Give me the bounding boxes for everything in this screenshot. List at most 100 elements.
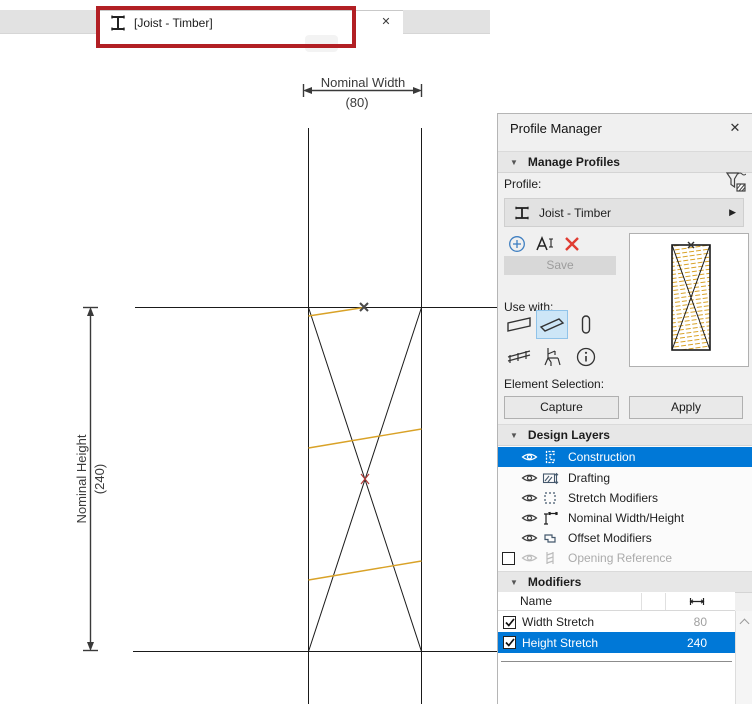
use-with-wall[interactable] xyxy=(503,310,535,339)
modifiers-scrollbar[interactable] xyxy=(735,611,752,704)
railing-icon xyxy=(506,347,532,367)
modifier-name: Height Stretch xyxy=(522,636,598,650)
modifier-line-middle[interactable] xyxy=(309,429,422,448)
profile-geometry[interactable] xyxy=(133,128,497,704)
layer-label: Construction xyxy=(568,450,635,464)
column-divider xyxy=(665,593,666,610)
stretch-modifier-lines[interactable] xyxy=(309,308,422,581)
eye-icon[interactable] xyxy=(521,532,538,544)
modifier-name: Width Stretch xyxy=(522,615,594,629)
section-manage-profiles[interactable]: ▼ Manage Profiles xyxy=(498,151,752,173)
center-marker[interactable] xyxy=(361,474,369,484)
width-dim-label: Nominal Width xyxy=(321,75,406,90)
plus-circle-icon xyxy=(508,235,526,253)
use-with-beam[interactable] xyxy=(536,310,568,339)
profile-label: Profile: xyxy=(504,177,541,191)
preview-drawing xyxy=(630,234,748,366)
height-dim-label: Nominal Height xyxy=(74,434,89,523)
collapse-triangle-icon: ▼ xyxy=(510,431,518,440)
apply-button[interactable]: Apply xyxy=(629,396,743,419)
rename-profile-button[interactable] xyxy=(535,234,555,254)
new-profile-button[interactable] xyxy=(507,234,527,254)
wall-icon xyxy=(506,315,532,335)
eye-icon[interactable] xyxy=(521,451,538,463)
app-window: Nominal Width (80) Nominal Height (240) … xyxy=(0,0,752,704)
collapse-triangle-icon: ▼ xyxy=(510,158,518,167)
layer-label: Nominal Width/Height xyxy=(568,511,684,525)
capture-button[interactable]: Capture xyxy=(504,396,619,419)
layer-label: Drafting xyxy=(568,471,610,485)
modifier-line-lower[interactable] xyxy=(309,561,422,580)
modifier-row-width-stretch[interactable]: Width Stretch 80 xyxy=(498,612,735,632)
height-dim-value: (240) xyxy=(92,464,107,494)
profile-select[interactable]: Joist - Timber ▶ xyxy=(504,198,744,227)
delete-profile-button[interactable] xyxy=(562,234,582,254)
name-column-header: Name xyxy=(520,594,552,608)
layer-label: Offset Modifiers xyxy=(568,531,652,545)
height-dimension[interactable]: Nominal Height (240) xyxy=(74,307,107,651)
layer-row-stretch-modifiers[interactable]: Stretch Modifiers xyxy=(498,488,752,508)
width-dim-value: (80) xyxy=(345,95,368,110)
section-design-layers[interactable]: ▼ Design Layers xyxy=(498,424,752,446)
design-layers-list: Construction Drafting Stre xyxy=(498,446,752,571)
panel-title: Profile Manager xyxy=(510,121,602,136)
modifiers-list: Width Stretch 80 Height Stretch 240 xyxy=(498,611,735,704)
profile-filter-button[interactable] xyxy=(726,172,746,192)
eye-icon[interactable] xyxy=(521,472,538,484)
width-stretch-checkbox[interactable] xyxy=(503,616,516,629)
use-with-railing[interactable] xyxy=(503,342,535,371)
opening-reference-checkbox[interactable] xyxy=(502,552,515,565)
delete-x-icon xyxy=(564,236,580,252)
layer-label: Stretch Modifiers xyxy=(568,491,658,505)
profile-preview xyxy=(629,233,749,367)
save-button[interactable]: Save xyxy=(504,256,616,275)
stretch-modifiers-layer-icon xyxy=(542,490,560,506)
construction-layer-icon xyxy=(542,449,560,465)
modifier-row-height-stretch[interactable]: Height Stretch 240 xyxy=(498,632,735,653)
column-divider xyxy=(641,593,642,610)
tab-close-icon[interactable]: ✕ xyxy=(378,14,394,30)
element-selection-label: Element Selection: xyxy=(504,377,604,391)
panel-close-icon[interactable]: ✕ xyxy=(726,119,744,137)
info-icon xyxy=(575,346,597,368)
eye-icon[interactable] xyxy=(521,492,538,504)
use-with-object[interactable] xyxy=(536,342,568,371)
column-icon xyxy=(573,314,599,336)
modifier-line-top[interactable] xyxy=(309,308,365,317)
layer-row-construction[interactable]: Construction xyxy=(498,447,752,467)
chair-icon xyxy=(540,346,564,368)
submenu-arrow-icon: ▶ xyxy=(729,207,736,218)
section-title: Design Layers xyxy=(528,428,610,442)
collapse-triangle-icon: ▼ xyxy=(510,578,518,587)
layer-label: Opening Reference xyxy=(568,551,672,565)
section-title: Manage Profiles xyxy=(528,155,620,169)
modifier-value: 240 xyxy=(687,636,707,650)
scroll-up-icon[interactable] xyxy=(740,619,750,629)
annotation-highlight-box xyxy=(96,6,356,48)
layer-row-opening-reference[interactable]: Opening Reference xyxy=(498,548,752,568)
ibeam-icon xyxy=(513,205,531,221)
layer-row-drafting[interactable]: Drafting xyxy=(498,468,752,488)
modifiers-table-header: Name xyxy=(498,592,735,611)
section-modifiers[interactable]: ▼ Modifiers xyxy=(498,571,752,593)
width-dimension[interactable]: Nominal Width (80) xyxy=(303,75,422,110)
drafting-layer-icon xyxy=(542,470,560,486)
eye-icon[interactable] xyxy=(521,512,538,524)
height-stretch-checkbox[interactable] xyxy=(503,636,516,649)
section-title: Modifiers xyxy=(528,575,581,589)
funnel-icon xyxy=(726,171,746,193)
layer-row-offset-modifiers[interactable]: Offset Modifiers xyxy=(498,528,752,548)
offset-modifiers-layer-icon xyxy=(542,530,560,546)
use-with-column[interactable] xyxy=(570,310,602,339)
modifier-value: 80 xyxy=(694,615,707,629)
profile-manager-panel: Profile Manager ✕ ▼ Manage Profiles Prof… xyxy=(497,113,752,704)
layer-row-nominal-width-height[interactable]: Nominal Width/Height xyxy=(498,508,752,528)
dimension-column-icon xyxy=(688,597,706,606)
list-separator xyxy=(501,661,732,662)
beam-icon xyxy=(539,315,565,335)
use-with-info[interactable] xyxy=(570,342,602,371)
profile-name: Joist - Timber xyxy=(539,206,611,220)
eye-icon[interactable] xyxy=(521,552,538,564)
rename-icon xyxy=(535,235,555,253)
nominal-width-height-layer-icon xyxy=(542,510,560,526)
